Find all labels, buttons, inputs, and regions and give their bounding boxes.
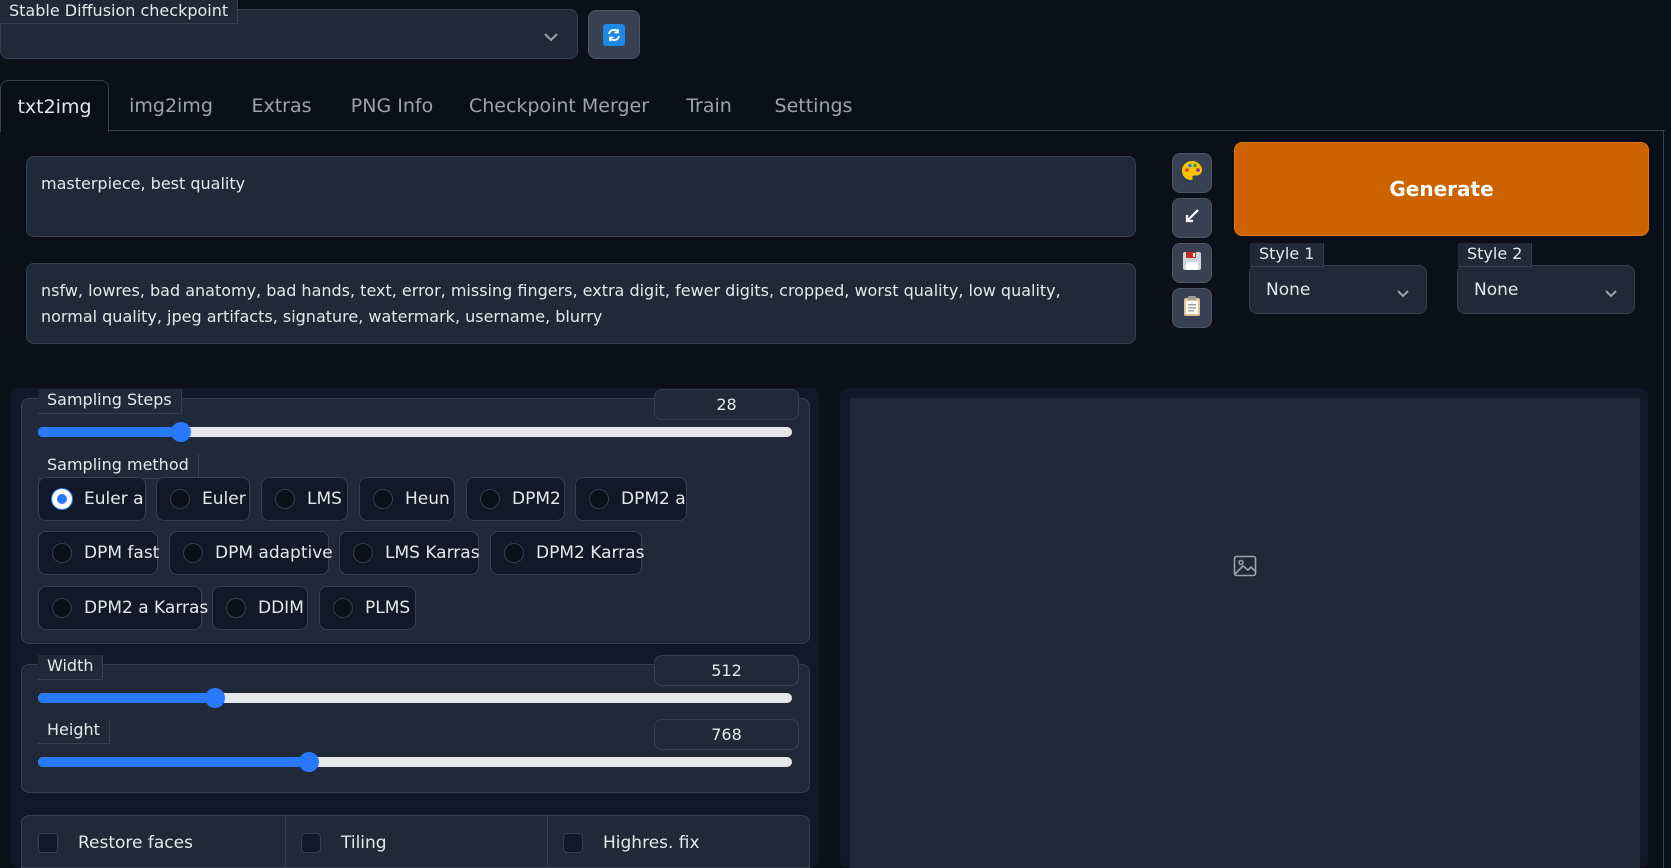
- tab-img2img[interactable]: img2img: [121, 80, 221, 132]
- options-row: Restore faces Tiling Highres. fix: [21, 815, 810, 868]
- slider-fill: [38, 693, 216, 703]
- tab-extras[interactable]: Extras: [243, 80, 320, 132]
- sampler-option-euler-a[interactable]: Euler a: [38, 477, 146, 521]
- highres-fix-option[interactable]: Highres. fix: [547, 816, 809, 868]
- checkbox-icon[interactable]: [563, 832, 583, 853]
- tab-settings[interactable]: Settings: [766, 80, 861, 132]
- tab-png-info[interactable]: PNG Info: [344, 80, 440, 132]
- radio-icon: [589, 489, 609, 509]
- sampler-option-lms[interactable]: LMS: [261, 477, 348, 521]
- slider-fill: [38, 427, 182, 437]
- sampler-option-dpm2-a[interactable]: DPM2 a: [575, 477, 687, 521]
- sampler-option-lms-karras[interactable]: LMS Karras: [339, 531, 480, 575]
- sampler-label: LMS: [307, 489, 342, 509]
- prompt-input[interactable]: masterpiece, best quality: [26, 156, 1136, 237]
- highres-fix-label: Highres. fix: [603, 832, 700, 853]
- radio-icon: [183, 543, 203, 563]
- generate-button[interactable]: Generate: [1234, 142, 1649, 236]
- style-2-value: None: [1474, 279, 1519, 300]
- sampler-label: DPM2 Karras: [536, 543, 645, 563]
- radio-icon: [504, 543, 524, 563]
- height-slider[interactable]: [38, 752, 792, 772]
- sampler-label: PLMS: [365, 598, 411, 618]
- chevron-down-icon: [543, 27, 559, 46]
- restore-faces-option[interactable]: Restore faces: [22, 816, 284, 868]
- style-2-dropdown[interactable]: None: [1457, 265, 1635, 314]
- tab-train[interactable]: Train: [676, 80, 742, 132]
- height-input[interactable]: 768: [654, 719, 799, 750]
- tiling-label: Tiling: [341, 832, 387, 853]
- sampler-option-plms[interactable]: PLMS: [319, 586, 416, 630]
- restore-faces-label: Restore faces: [78, 832, 193, 853]
- sampler-label: LMS Karras: [385, 543, 480, 563]
- sampling-steps-input[interactable]: 28: [654, 389, 799, 420]
- slider-fill: [38, 757, 310, 767]
- save-style-button[interactable]: [1172, 243, 1212, 283]
- style-1-label: Style 1: [1250, 243, 1325, 267]
- sampler-label: DDIM: [258, 598, 304, 618]
- sampling-steps-slider[interactable]: [38, 422, 792, 442]
- radio-icon: [52, 543, 72, 563]
- width-input[interactable]: 512: [654, 655, 799, 686]
- palette-icon: [1180, 159, 1204, 187]
- chevron-down-icon: [1604, 283, 1618, 303]
- radio-icon: [275, 489, 295, 509]
- tab-checkpoint-merger[interactable]: Checkpoint Merger: [465, 80, 653, 132]
- negative-prompt-input[interactable]: nsfw, lowres, bad anatomy, bad hands, te…: [26, 263, 1136, 344]
- checkbox-icon[interactable]: [301, 832, 321, 853]
- style-1-value: None: [1266, 279, 1311, 300]
- style-1-dropdown[interactable]: None: [1249, 265, 1427, 314]
- width-slider[interactable]: [38, 688, 792, 708]
- webui-root: Stable Diffusion checkpoint txt2img img2…: [0, 0, 1671, 868]
- radio-icon: [52, 598, 72, 618]
- chevron-down-icon: [1396, 283, 1410, 303]
- sampler-label: Heun: [405, 489, 450, 509]
- width-label: Width: [38, 655, 104, 680]
- sampler-label: Euler a: [84, 489, 144, 509]
- radio-icon: [170, 489, 190, 509]
- style-2-label: Style 2: [1458, 243, 1533, 267]
- sampler-option-dpm2-karras[interactable]: DPM2 Karras: [490, 531, 645, 575]
- sampler-option-dpm-fast[interactable]: DPM fast: [38, 531, 160, 575]
- sampler-label: DPM fast: [84, 543, 160, 563]
- tab-bar-divider: [109, 130, 1665, 131]
- tab-bar: txt2img img2img Extras PNG Info Checkpoi…: [0, 80, 1665, 132]
- refresh-icon: [603, 23, 625, 46]
- radio-selected-icon: [52, 489, 72, 509]
- read-params-button[interactable]: [1172, 198, 1212, 238]
- checkpoint-label: Stable Diffusion checkpoint: [0, 0, 239, 24]
- arrow-icon: [1182, 206, 1202, 230]
- sampler-option-ddim[interactable]: DDIM: [212, 586, 308, 630]
- apply-style-button[interactable]: [1172, 288, 1212, 328]
- save-icon: [1181, 250, 1203, 276]
- interrogate-button[interactable]: [1172, 153, 1212, 193]
- tab-txt2img[interactable]: txt2img: [0, 80, 109, 132]
- checkbox-icon[interactable]: [38, 832, 58, 853]
- sampler-option-dpm2[interactable]: DPM2: [466, 477, 565, 521]
- image-placeholder-icon: [1233, 555, 1257, 581]
- sampler-option-heun[interactable]: Heun: [359, 477, 455, 521]
- height-label: Height: [38, 719, 110, 744]
- radio-icon: [373, 489, 393, 509]
- sampler-label: DPM adaptive: [215, 543, 333, 563]
- sampler-label: DPM2 a: [621, 489, 686, 509]
- clipboard-icon: [1182, 295, 1202, 321]
- sampler-option-dpm2-a-karras[interactable]: DPM2 a Karras: [38, 586, 208, 630]
- radio-icon: [333, 598, 353, 618]
- radio-icon: [353, 543, 373, 563]
- sampling-steps-label: Sampling Steps: [38, 389, 182, 414]
- radio-icon: [480, 489, 500, 509]
- sampler-label: DPM2: [512, 489, 561, 509]
- radio-icon: [226, 598, 246, 618]
- sampler-label: Euler: [202, 489, 246, 509]
- output-image-area: [850, 398, 1640, 868]
- sampler-label: DPM2 a Karras: [84, 598, 209, 618]
- sampler-option-euler[interactable]: Euler: [156, 477, 250, 521]
- sampler-option-dpm-adaptive[interactable]: DPM adaptive: [169, 531, 333, 575]
- sampling-method-label: Sampling method: [38, 454, 199, 479]
- tiling-option[interactable]: Tiling: [285, 816, 547, 868]
- refresh-checkpoint-button[interactable]: [588, 10, 640, 59]
- panel-border: [1663, 131, 1664, 868]
